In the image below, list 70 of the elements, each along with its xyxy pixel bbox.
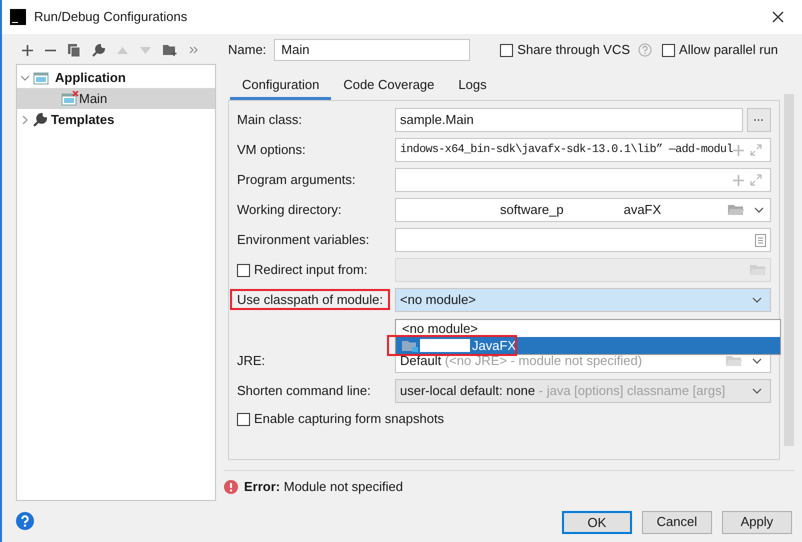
browse-button[interactable] [746,108,771,132]
module-dropdown[interactable]: <no module> [395,288,771,312]
shorten-dropdown[interactable]: user-local default: none - java [options] classname [args] [395,379,771,403]
main-class-field[interactable]: sample.Main [395,108,743,132]
dropdown-option[interactable]: JavaFX [396,337,780,354]
window-title: Run/Debug Configurations [34,8,188,26]
field-label: JRE: [237,353,266,368]
directory-field[interactable]: software_p avaFX [395,198,771,222]
add-folder-icon[interactable] [163,44,177,56]
field-label: Use classpath of module: [230,289,390,310]
error-icon [224,480,238,494]
field-label: Redirect input from: [254,261,368,280]
window-error-icon [61,90,79,106]
field-value: indows-x64_bin-sdk\javafx-sdk-13.0.1\lib” —add-modul [400,142,733,158]
checkbox[interactable] [662,44,676,56]
document-icon[interactable] [754,234,766,246]
scrollbar[interactable] [784,94,794,446]
checkbox[interactable] [237,412,250,426]
expand-icon[interactable] [750,174,762,186]
input-field[interactable]: indows-x64_bin-sdk\javafx-sdk-13.0.1\lib” —add-modul [395,138,771,162]
name-field[interactable]: Main [274,39,470,61]
tab[interactable]: Code Coverage [331,72,446,100]
plus-icon[interactable] [732,144,744,156]
checkbox[interactable] [500,44,514,56]
help-icon[interactable] [638,43,652,57]
folder-icon[interactable] [728,204,744,216]
field-label: Enable capturing form snapshots [254,410,444,428]
field-label: Working directory: [237,202,342,217]
plus-icon[interactable] [732,174,744,186]
help-icon[interactable] [16,512,34,530]
chevron-down-icon [754,207,764,213]
field-value: avaFX [624,201,662,220]
checkbox[interactable] [237,264,250,276]
field-label: Main class: [237,112,302,127]
chevron-down-icon[interactable] [21,74,29,82]
checkbox-label: Share through VCS [517,41,630,60]
tree-item[interactable]: Main [17,88,215,109]
tree-item[interactable]: Application [17,67,215,88]
close-icon[interactable] [772,11,784,23]
input-field[interactable] [395,228,771,252]
field-label: Shorten command line: [237,383,371,398]
module-folder-icon [402,340,418,352]
dialog-button[interactable]: OK [562,510,632,534]
checkbox-label: Allow parallel run [679,41,778,60]
tab[interactable]: Configuration [230,72,332,100]
field-value: software_p [500,201,564,220]
wrench-icon[interactable] [92,44,105,56]
chevron-down-icon [752,388,762,394]
tab[interactable]: Logs [446,72,499,100]
copy-icon[interactable] [68,44,80,56]
expand-icon[interactable] [750,144,762,156]
field-label: Environment variables: [237,232,370,247]
field-label: Program arguments: [237,172,356,187]
add-icon[interactable] [22,44,33,56]
chevron-down-icon [752,297,762,303]
window-icon [33,70,51,86]
name-label: Name: [228,41,266,60]
dialog-button[interactable]: Cancel [642,510,712,534]
chevron-right-icon[interactable] [21,116,29,124]
folder-icon[interactable] [726,355,742,367]
tree-item[interactable]: Templates [17,109,215,130]
dropdown-option[interactable]: <no module> [396,320,780,337]
app-logo-icon [10,9,26,25]
input-field[interactable] [395,168,771,192]
chevron-down-icon [752,358,762,364]
field-label: VM options: [237,142,306,157]
dialog-button[interactable]: Apply [722,510,792,534]
wrench-icon [33,112,47,126]
error-message: Error: Module not specified [244,478,403,496]
more-icon[interactable] [189,46,198,54]
